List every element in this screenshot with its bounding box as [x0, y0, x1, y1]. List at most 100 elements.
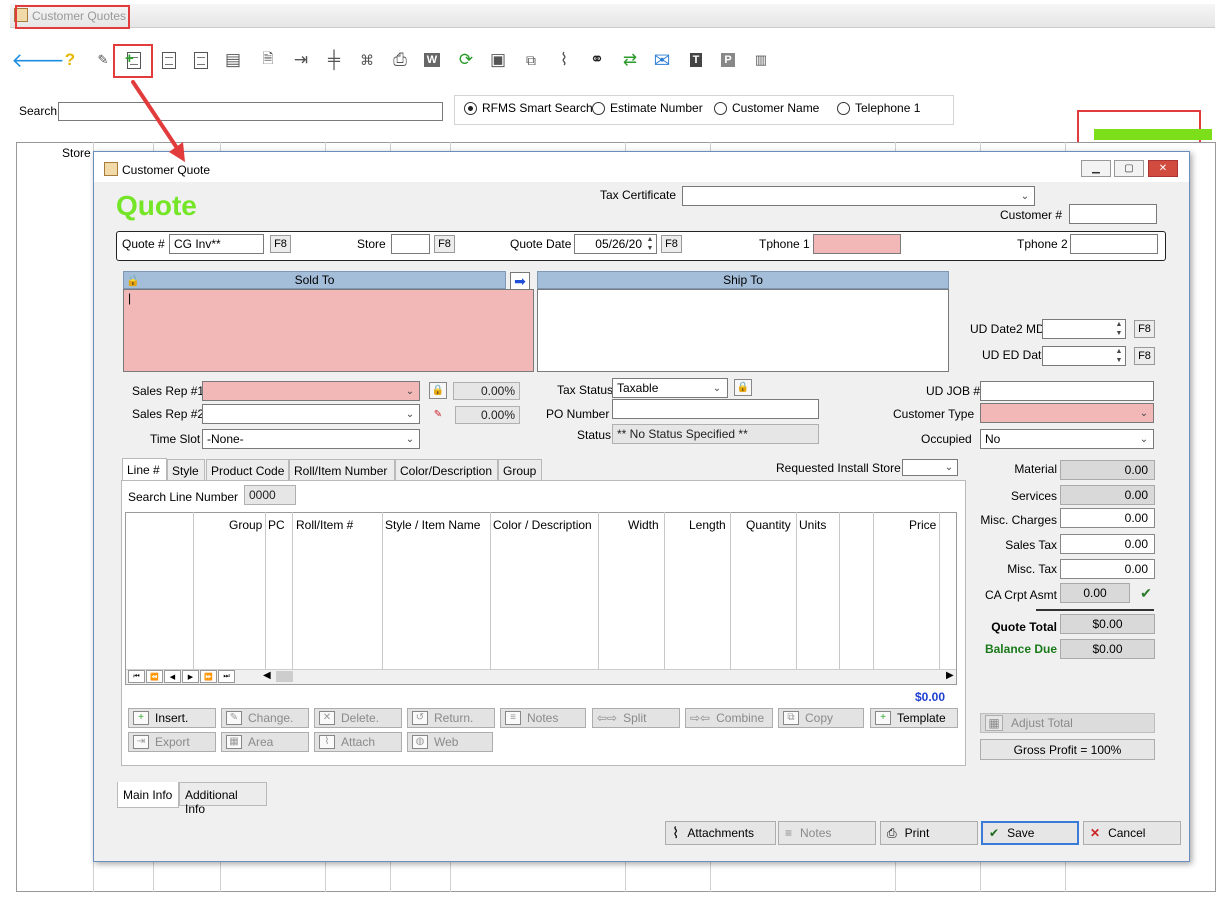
minimize-button[interactable]: ▁	[1081, 160, 1111, 177]
lock-icon[interactable]: 🔒	[124, 272, 142, 289]
radio-estimate-number[interactable]: Estimate Number	[592, 101, 703, 115]
tax-certificate-select[interactable]	[682, 186, 1035, 206]
split-button[interactable]: ⇦⇨ Split	[592, 708, 680, 728]
sales-tax-field[interactable]: 0.00	[1060, 534, 1155, 554]
store-f8-button[interactable]: F8	[434, 235, 455, 253]
quote-date-f8-button[interactable]: F8	[661, 235, 682, 253]
lock-icon[interactable]: 🔒	[734, 379, 752, 396]
tab-group[interactable]: Group	[498, 459, 542, 481]
chevron-down-icon[interactable]: ⌄	[1136, 404, 1152, 422]
date-spinner[interactable]: ▲ ▼	[645, 235, 655, 253]
tab-product-code[interactable]: Product Code	[206, 459, 289, 481]
scroll-left-icon[interactable]: ◀	[263, 670, 271, 681]
chevron-down-icon[interactable]: ⌄	[709, 379, 725, 397]
last-record-icon[interactable]: ⏭	[218, 670, 235, 683]
help-icon[interactable]: ?	[58, 48, 82, 72]
misc-tax-field[interactable]: 0.00	[1060, 559, 1155, 579]
next-record-icon[interactable]: ▶	[182, 670, 199, 683]
misc-charges-field[interactable]: 0.00	[1060, 508, 1155, 528]
refresh-icon[interactable]: ⟳	[454, 48, 478, 72]
quote-number-field[interactable]: CG Inv**	[169, 234, 264, 254]
chevron-down-icon[interactable]: ⌄	[402, 430, 418, 448]
copy-icon[interactable]: ⧉	[519, 48, 543, 72]
line-items-grid[interactable]	[125, 512, 957, 685]
signature-icon[interactable]: ✎	[91, 48, 115, 72]
prev-page-icon[interactable]: ⏪	[146, 670, 163, 683]
binoculars-icon[interactable]: ⚭	[585, 48, 609, 72]
store-field[interactable]	[391, 234, 430, 254]
return-button[interactable]: ↺ Return.	[407, 708, 495, 728]
maximize-button[interactable]: ▢	[1114, 160, 1144, 177]
copy-to-ship-arrow-icon[interactable]: ➡	[510, 272, 530, 290]
printer-icon[interactable]: ⎙	[388, 48, 412, 72]
lock-icon[interactable]: 🔒	[429, 382, 447, 399]
email-icon[interactable]: ✉	[650, 48, 674, 72]
insert-button[interactable]: + Insert.	[128, 708, 216, 728]
chevron-down-icon[interactable]: ⌄	[402, 405, 418, 423]
pencil-icon[interactable]: ✎	[429, 406, 447, 423]
chevron-down-icon[interactable]: ⌄	[941, 459, 957, 475]
grid-horizontal-scrollbar[interactable]	[126, 669, 956, 684]
chevron-down-icon[interactable]: ⌄	[1017, 187, 1033, 205]
paperclip-icon[interactable]: ⌇	[552, 48, 576, 72]
tab-additional-info[interactable]: Additional Info	[179, 782, 267, 816]
area-button[interactable]: ▦ Area	[221, 732, 309, 752]
search-line-number-field[interactable]: 0000	[244, 485, 296, 505]
export-icon[interactable]: ⇥	[289, 48, 313, 72]
back-arrow-icon[interactable]: 🡐	[11, 48, 65, 72]
quote-number-f8-button[interactable]: F8	[270, 235, 291, 253]
customer-type-select[interactable]	[980, 403, 1154, 423]
dialog-titlebar[interactable]	[94, 152, 1189, 182]
tphone2-field[interactable]	[1070, 234, 1158, 254]
copy-button[interactable]: ⧉ Copy	[778, 708, 864, 728]
attachments-button[interactable]: ⌇ Attachments	[665, 821, 776, 845]
combine-button[interactable]: ⇨⇦ Combine	[685, 708, 773, 728]
tab-line-number[interactable]: Line #	[122, 458, 167, 481]
radio-rfms-smart-search[interactable]: RFMS Smart Search	[464, 101, 593, 115]
ud-job-field[interactable]	[980, 381, 1154, 401]
web-button[interactable]: ◍ Web	[407, 732, 493, 752]
save-button[interactable]: ✔ Save	[981, 821, 1079, 845]
sold-to-address-field[interactable]: |	[123, 289, 534, 372]
footer-notes-button[interactable]: ≡ Notes	[778, 821, 876, 845]
convert-icon[interactable]: ⇄	[618, 48, 642, 72]
copy-document-icon[interactable]	[157, 48, 181, 72]
print-button[interactable]: ⎙ Print	[880, 821, 978, 845]
time-slot-select[interactable]: -None-	[202, 429, 420, 449]
ship-to-address-field[interactable]	[537, 289, 949, 372]
ud-date2-spinner[interactable]: ▲ ▼	[1114, 320, 1124, 338]
gross-profit-button[interactable]: Gross Profit = 100%	[980, 739, 1155, 760]
text-p-icon[interactable]: P	[716, 48, 740, 72]
chevron-down-icon[interactable]: ⌄	[1136, 430, 1152, 448]
first-record-icon[interactable]: ⏮	[128, 670, 145, 683]
scroll-thumb[interactable]	[276, 671, 293, 682]
search-input[interactable]	[58, 102, 443, 121]
ud-ed-date-spinner[interactable]: ▲ ▼	[1114, 347, 1124, 365]
attach-button[interactable]: ⌇ Attach	[314, 732, 402, 752]
export-button[interactable]: ⇥ Export	[128, 732, 216, 752]
ud-ed-date-f8-button[interactable]: F8	[1134, 347, 1155, 365]
adjust-total-button[interactable]: ▦ Adjust Total	[980, 713, 1155, 733]
template-button[interactable]: + Template	[870, 708, 958, 728]
word-icon[interactable]: W	[420, 48, 444, 72]
tab-main-info[interactable]: Main Info	[117, 782, 179, 808]
change-button[interactable]: ✎ Change.	[221, 708, 309, 728]
checkmark-icon[interactable]: ✔	[1137, 584, 1155, 602]
chevron-down-icon[interactable]: ⌄	[402, 382, 418, 400]
radio-customer-name[interactable]: Customer Name	[714, 101, 819, 115]
cancel-button[interactable]: ✕ Cancel	[1083, 821, 1181, 845]
share-icon[interactable]: ⌘	[355, 48, 379, 72]
sales-rep1-select[interactable]	[202, 381, 420, 401]
delete-button[interactable]: ✕ Delete.	[314, 708, 402, 728]
ledger-icon[interactable]: ▤	[221, 48, 245, 72]
close-button[interactable]: ✕	[1148, 160, 1178, 177]
customer-number-field[interactable]	[1069, 204, 1157, 224]
tab-roll-item-number[interactable]: Roll/Item Number	[289, 459, 395, 481]
notes-button[interactable]: ≡ Notes	[500, 708, 586, 728]
contacts-icon[interactable]: ▣	[486, 48, 510, 72]
notebook-icon[interactable]: ▥	[749, 48, 773, 72]
ud-date2-f8-button[interactable]: F8	[1134, 320, 1155, 338]
document-icon[interactable]: 🗎	[256, 48, 280, 72]
next-page-icon[interactable]: ⏩	[200, 670, 217, 683]
po-number-field[interactable]	[612, 399, 819, 419]
